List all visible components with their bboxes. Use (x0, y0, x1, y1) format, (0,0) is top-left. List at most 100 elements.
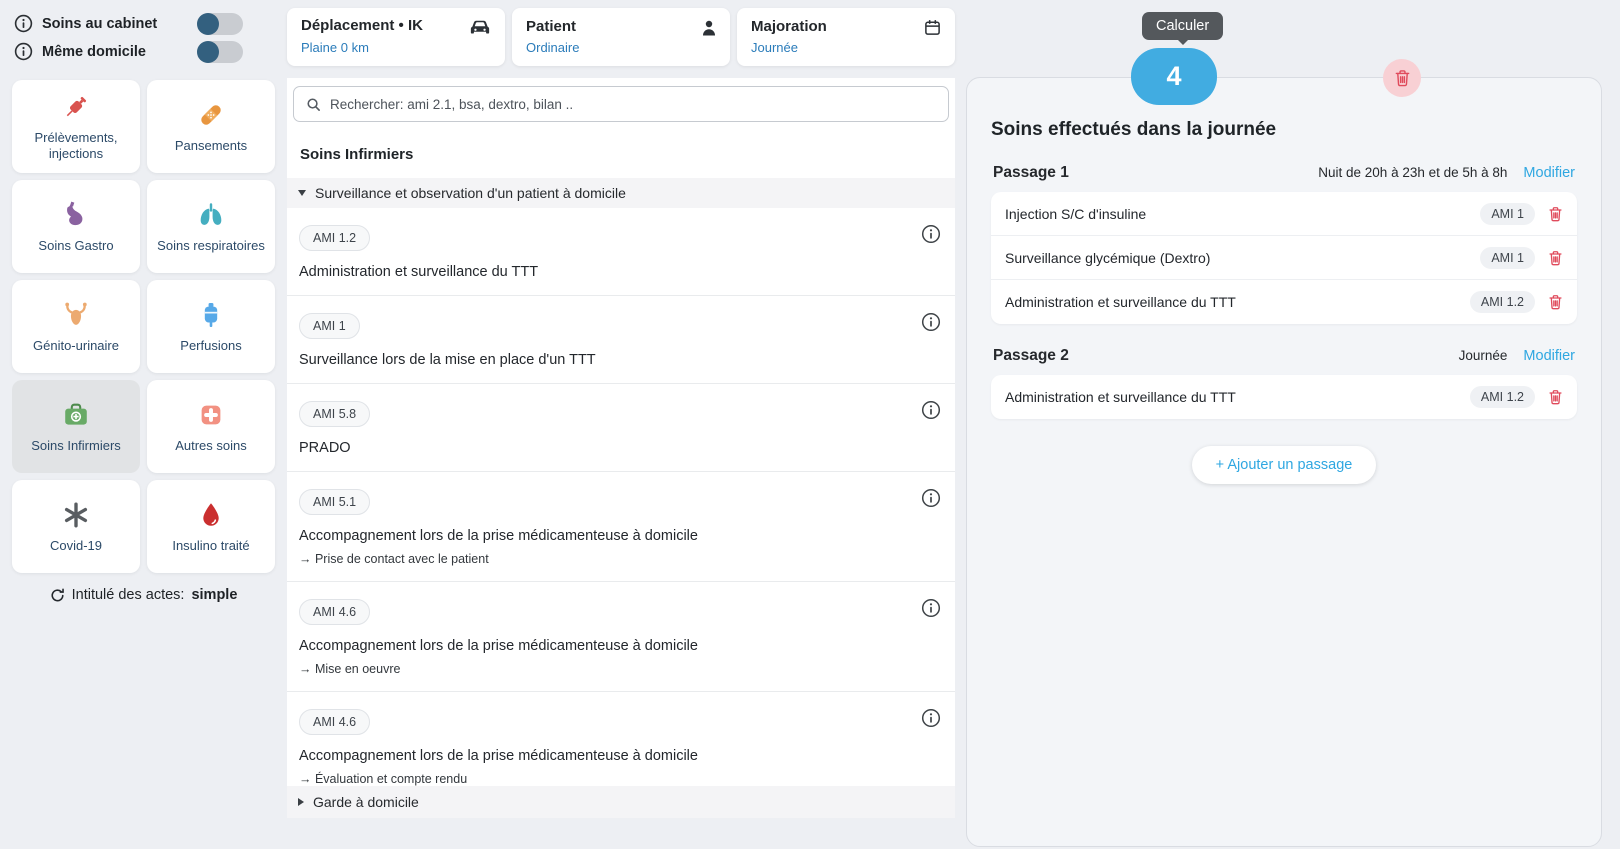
toggle-label: Même domicile (42, 43, 146, 60)
sidebar-item-soins-gastro[interactable]: Soins Gastro (12, 180, 140, 273)
info-icon[interactable] (14, 14, 33, 33)
calculate-button[interactable]: 4 (1131, 48, 1217, 105)
act-code-badge: AMI 4.6 (299, 599, 371, 625)
sidebar-item-insulino-traite[interactable]: Insulino traité (147, 480, 275, 573)
info-icon[interactable] (921, 312, 941, 332)
sidebar-item-pansements[interactable]: Pansements (147, 80, 275, 173)
lungs-icon (196, 199, 226, 231)
delete-item-button[interactable] (1548, 206, 1563, 222)
category-label: Génito-urinaire (33, 337, 119, 353)
syringe-icon (61, 91, 91, 123)
majoration-card[interactable]: Majoration Journée (737, 8, 955, 66)
chevron-right-icon (298, 798, 304, 806)
sidebar-item-autres-soins[interactable]: Autres soins (147, 380, 275, 473)
stomach-icon (61, 199, 91, 231)
calculate-tooltip: Calculer (1142, 12, 1224, 40)
info-icon[interactable] (921, 224, 941, 244)
search-icon (306, 97, 321, 112)
passage-1-items: Injection S/C d'insuline AMI 1 Surveilla… (991, 192, 1577, 324)
act-row[interactable]: AMI 4.6 Accompagnement lors de la prise … (287, 692, 955, 801)
car-icon (469, 19, 491, 36)
delete-item-button[interactable] (1548, 294, 1563, 310)
act-row[interactable]: AMI 1 Surveillance lors de la mise en pl… (287, 296, 955, 384)
plus-square-icon (196, 399, 226, 431)
act-row[interactable]: AMI 4.6 Accompagnement lors de la prise … (287, 582, 955, 692)
act-label: Accompagnement lors de la prise médicame… (299, 638, 698, 654)
category-label: Pansements (174, 137, 248, 153)
act-row[interactable]: AMI 1.2 Administration et surveillance d… (287, 208, 955, 296)
virus-icon (61, 499, 91, 531)
sidebar-item-soins-infirmiers[interactable]: Soins Infirmiers (12, 380, 140, 473)
summary-row: Administration et surveillance du TTT AM… (991, 375, 1577, 419)
act-row[interactable]: AMI 5.8 PRADO (287, 384, 955, 472)
acts-list: AMI 1.2 Administration et surveillance d… (287, 208, 955, 801)
refresh-icon (50, 588, 65, 603)
info-icon[interactable] (921, 598, 941, 618)
day-summary-panel: Calculer 4 Soins effectués dans la journ… (966, 12, 1602, 847)
calendar-icon (924, 19, 941, 36)
blood-drop-icon (196, 499, 226, 531)
act-sublabel: → Mise en oeuvre (299, 662, 401, 676)
deplacement-card[interactable]: Déplacement • IK Plaine 0 km (287, 8, 505, 66)
info-icon[interactable] (14, 42, 33, 61)
category-label: Covid-19 (49, 537, 103, 553)
info-icon[interactable] (921, 400, 941, 420)
act-label: Surveillance lors de la mise en place d'… (299, 352, 596, 368)
section-label: Surveillance et observation d'un patient… (315, 185, 626, 201)
app-root: Soins au cabinet Même domicile Prélèveme… (0, 0, 1620, 849)
uterus-icon (60, 299, 92, 331)
delete-item-button[interactable] (1548, 250, 1563, 266)
patient-title: Patient (526, 17, 577, 35)
add-passage-button[interactable]: + Ajouter un passage (1191, 446, 1377, 484)
trash-icon (1394, 69, 1411, 87)
act-label: PRADO (299, 440, 351, 456)
summary-row-code: AMI 1.2 (1469, 386, 1535, 408)
acts-title-mode-label: Intitulé des actes: (71, 587, 185, 603)
option-cards: Déplacement • IK Plaine 0 km Patient Ord… (287, 8, 955, 66)
act-row[interactable]: AMI 5.1 Accompagnement lors de la prise … (287, 472, 955, 582)
act-label: Administration et surveillance du TTT (299, 264, 539, 280)
act-label: Accompagnement lors de la prise médicame… (299, 528, 698, 544)
sidebar: Soins au cabinet Même domicile Prélèveme… (0, 0, 287, 849)
iv-bag-icon (196, 299, 226, 331)
act-code-badge: AMI 5.8 (299, 401, 371, 427)
search-input[interactable] (330, 96, 936, 112)
soins-au-cabinet-toggle[interactable] (197, 12, 243, 35)
clear-all-button[interactable] (1383, 59, 1421, 97)
acts-catalog: Soins Infirmiers Surveillance et observa… (287, 78, 955, 818)
majoration-title: Majoration (751, 17, 827, 35)
act-code-badge: AMI 1 (299, 313, 360, 339)
passage-1-header: Passage 1 Nuit de 20h à 23h et de 5h à 8… (993, 164, 1575, 182)
modify-passage-2-link[interactable]: Modifier (1523, 348, 1575, 364)
sidebar-item-perfusions[interactable]: Perfusions (147, 280, 275, 373)
passage-schedule: Journée (1458, 348, 1508, 363)
sidebar-item-prelevements-injections[interactable]: Prélèvements, injections (12, 80, 140, 173)
info-icon[interactable] (921, 708, 941, 728)
meme-domicile-toggle[interactable] (197, 40, 243, 63)
category-label: Autres soins (175, 437, 247, 453)
summary-row-label: Administration et surveillance du TTT (1005, 294, 1236, 310)
acts-title-mode-switcher[interactable]: Intitulé des actes: simple (0, 587, 287, 603)
info-icon[interactable] (921, 488, 941, 508)
summary-row-label: Administration et surveillance du TTT (1005, 389, 1236, 405)
section-garde-a-domicile[interactable]: Garde à domicile (287, 786, 955, 818)
act-sublabel: → Évaluation et compte rendu (299, 772, 468, 786)
summary-row-label: Injection S/C d'insuline (1005, 205, 1147, 222)
search-bar (293, 86, 949, 122)
patient-card[interactable]: Patient Ordinaire (512, 8, 730, 66)
passage-schedule: Nuit de 20h à 23h et de 5h à 8h (1318, 165, 1508, 180)
summary-content: Soins effectués dans la journée Passage … (967, 78, 1601, 484)
toggle-row-meme-domicile: Même domicile (14, 39, 243, 64)
modify-passage-1-link[interactable]: Modifier (1523, 165, 1575, 181)
majoration-value: Journée (751, 39, 798, 55)
patient-value: Ordinaire (526, 39, 580, 55)
delete-item-button[interactable] (1548, 389, 1563, 405)
chevron-down-icon (298, 190, 306, 196)
category-label: Soins respiratoires (157, 237, 265, 253)
sidebar-item-soins-respiratoires[interactable]: Soins respiratoires (147, 180, 275, 273)
section-surveillance[interactable]: Surveillance et observation d'un patient… (287, 178, 955, 208)
sidebar-item-genito-urinaire[interactable]: Génito-urinaire (12, 280, 140, 373)
sidebar-item-covid-19[interactable]: Covid-19 (12, 480, 140, 573)
toggle-row-soins-au-cabinet: Soins au cabinet (14, 11, 243, 36)
passage-name: Passage 2 (993, 347, 1069, 364)
